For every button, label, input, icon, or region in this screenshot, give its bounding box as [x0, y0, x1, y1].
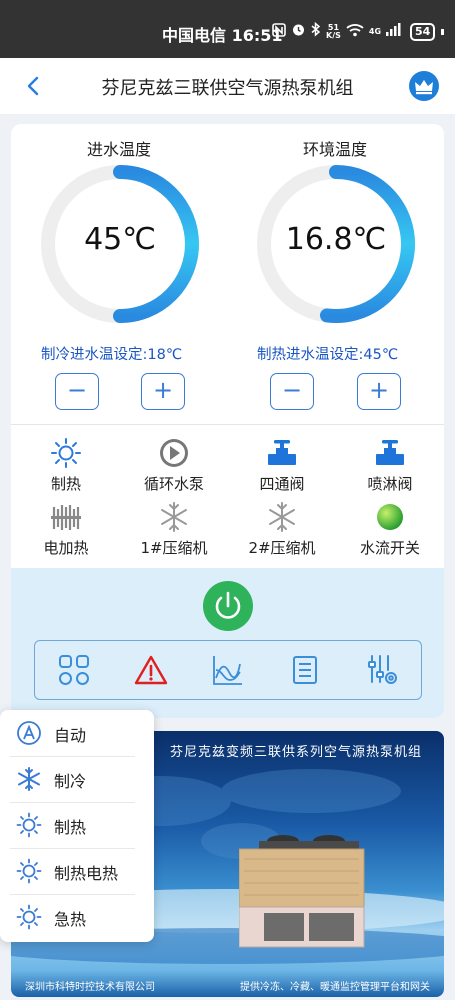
status-heating-label: 制热 — [50, 475, 81, 493]
heating-plus-button[interactable]: + — [357, 373, 401, 410]
status-compressor-1-label: 1#压缩机 — [140, 539, 208, 557]
mode-heat[interactable]: 制热 — [0, 802, 154, 848]
warning-icon[interactable] — [133, 652, 169, 688]
mode-cool-label: 制冷 — [54, 772, 87, 791]
divider — [11, 424, 444, 425]
status-heating: 制热 — [11, 437, 121, 494]
battery-level: 54 — [410, 22, 436, 41]
carrier-time: 中国电信 16:51 — [162, 26, 283, 45]
status-pump: 循环水泵 — [119, 437, 229, 494]
battery-icon — [441, 28, 445, 35]
valve-icon — [374, 437, 406, 469]
inlet-temp-label: 进水温度 — [86, 140, 151, 159]
power-icon — [215, 591, 241, 619]
mode-menu: 自动 制冷 制热 制热电热 急热 — [0, 710, 154, 942]
signal-label: 4G — [368, 26, 382, 36]
banner-company: 深圳市科特时控技术有限公司 — [25, 982, 155, 993]
heating-minus-button[interactable]: − — [270, 373, 314, 410]
ambient-temp-value: 16.8℃ — [285, 222, 387, 257]
network-speed-unit: K/S — [326, 30, 341, 40]
valve-icon — [266, 437, 298, 469]
mode-heat-electric-label: 制热电热 — [54, 864, 119, 883]
green-ball-icon — [374, 501, 406, 533]
status-four-way-valve: 四通阀 — [227, 437, 337, 494]
mode-heat-label: 制热 — [54, 818, 87, 837]
mode-cool[interactable]: 制冷 — [0, 756, 154, 802]
grid-apps-icon[interactable] — [56, 652, 92, 688]
curve-chart-icon[interactable] — [210, 652, 246, 688]
wifi-icon — [346, 23, 364, 41]
cooling-minus-button[interactable]: − — [55, 373, 99, 410]
list-doc-icon[interactable] — [287, 652, 323, 688]
cooling-plus-button[interactable]: + — [141, 373, 185, 410]
sun-icon — [16, 858, 42, 884]
status-bar: 中国电信 16:51 51 K/S 4G 54 — [0, 0, 455, 58]
mode-heat-electric[interactable]: 制热电热 — [0, 848, 154, 894]
snowflake-icon — [158, 501, 190, 533]
snowflake-icon — [16, 766, 42, 792]
status-compressor-2-label: 2#压缩机 — [248, 539, 316, 557]
network-speed: 51 K/S — [326, 23, 341, 40]
status-flow-switch: 水流开关 — [335, 501, 444, 558]
page-title: 芬尼克兹三联供空气源热泵机组 — [101, 78, 354, 99]
mode-auto[interactable]: 自动 — [0, 710, 154, 756]
status-compressor-1: 1#压缩机 — [119, 501, 229, 558]
pump-play-icon — [158, 437, 190, 469]
signal-icon — [386, 23, 402, 40]
cooling-setpoint: 制冷进水温设定:18℃ — [41, 347, 183, 363]
heat-pump-unit-image — [239, 835, 365, 948]
status-four-way-valve-label: 四通阀 — [259, 475, 305, 493]
sun-icon — [16, 812, 42, 838]
banner-footer: 深圳市科特时控技术有限公司 提供冷冻、冷藏、暖通监控管理平台和网关 — [11, 978, 444, 993]
nfc-icon — [272, 22, 286, 41]
status-flow-switch-label: 水流开关 — [359, 539, 420, 557]
snowflake-icon — [266, 501, 298, 533]
mode-auto-label: 自动 — [54, 726, 87, 745]
status-spray-valve: 喷淋阀 — [335, 437, 444, 494]
status-spray-valve-label: 喷淋阀 — [367, 475, 413, 493]
control-panel — [11, 568, 444, 718]
sun-icon — [50, 437, 82, 469]
auto-a-icon — [16, 720, 42, 746]
alarm-icon — [291, 22, 306, 41]
app-header: 芬尼克兹三联供空气源热泵机组 — [0, 58, 455, 114]
status-electric-heat: 电加热 — [11, 501, 121, 558]
sun-icon — [16, 904, 42, 930]
device-card: 进水温度 45℃ 环境温度 16.8℃ 制冷进水温设定:18℃ 制热进水温设定:… — [11, 124, 444, 718]
banner-title: 芬尼克兹变频三联供系列空气源热泵机组 — [169, 745, 422, 760]
status-pump-label: 循环水泵 — [143, 475, 204, 493]
mode-rapid-heat-label: 急热 — [54, 910, 87, 929]
inlet-temp-value: 45℃ — [84, 222, 156, 257]
banner-slogan: 提供冷冻、冷藏、暖通监控管理平台和网关 — [240, 982, 430, 993]
status-compressor-2: 2#压缩机 — [227, 501, 337, 558]
heating-setpoint: 制热进水温设定:45℃ — [257, 347, 399, 363]
settings-sliders-icon[interactable] — [364, 652, 400, 688]
mode-rapid-heat[interactable]: 急热 — [0, 894, 154, 940]
ambient-temp-label: 环境温度 — [302, 140, 367, 159]
bluetooth-icon — [311, 21, 321, 41]
heater-icon — [50, 501, 82, 533]
crown-icon[interactable] — [408, 70, 440, 106]
status-electric-heat-label: 电加热 — [43, 539, 89, 557]
power-button[interactable] — [203, 581, 253, 631]
status-icons: 51 K/S 4G 54 — [272, 21, 445, 41]
function-toolbar — [34, 640, 422, 700]
